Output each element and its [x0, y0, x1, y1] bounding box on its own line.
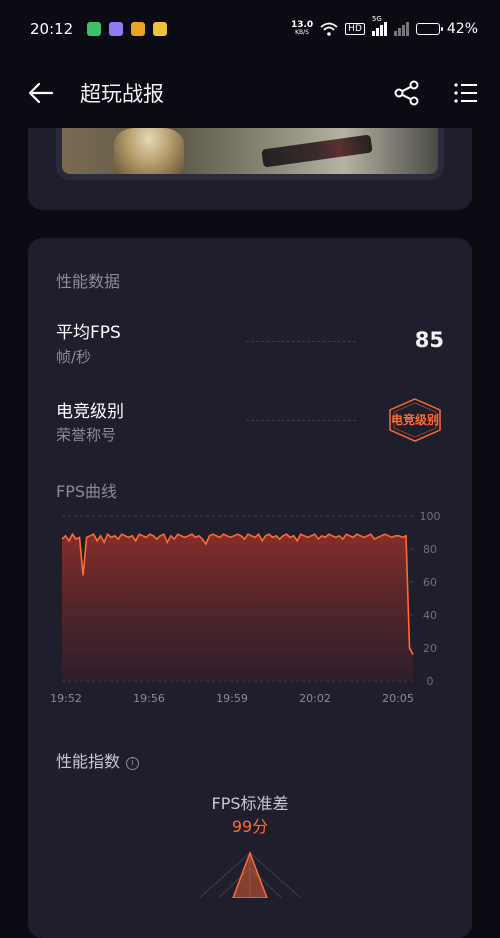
- status-time: 20:12: [30, 20, 74, 38]
- avg-fps-sub: 帧/秒: [56, 348, 92, 366]
- network-5g-label: 5G: [371, 15, 382, 23]
- rank-divider: [246, 420, 356, 421]
- net-speed-unit: KB/S: [295, 29, 309, 36]
- y-tick-label: 0: [427, 675, 434, 688]
- emoji-app-notification-icon: [153, 22, 168, 36]
- share-icon[interactable]: [394, 80, 420, 106]
- status-bar: 20:12 13.0 KB/S HD 5G 42%: [0, 0, 500, 58]
- y-tick-label: 20: [423, 642, 437, 655]
- rank-badge-text: 电竞级别: [390, 413, 439, 427]
- arrow-left-icon: [28, 82, 54, 104]
- wechat-notification-icon: [87, 22, 102, 36]
- rank-title: 电竞级别: [56, 402, 124, 422]
- signal-bars-icon: [371, 22, 387, 36]
- signal-5g: 5G: [371, 15, 387, 36]
- rank-sub: 荣誉称号: [56, 426, 117, 444]
- x-tick-label: 20:02: [299, 692, 331, 705]
- net-speed: 13.0 KB/S: [291, 21, 313, 37]
- avg-fps-title: 平均FPS: [56, 323, 121, 343]
- title-actions: [394, 80, 478, 106]
- page-title: 超玩战报: [80, 82, 164, 106]
- signal-bars-secondary-icon: [393, 22, 409, 36]
- battery-icon: [415, 23, 443, 35]
- radar-value-shape: [232, 850, 268, 898]
- fps-std-label: FPS标准差: [211, 794, 289, 813]
- y-tick-label: 60: [423, 576, 437, 589]
- x-tick-label: 20:05: [382, 692, 414, 705]
- weibo-notification-icon: [131, 22, 146, 36]
- performance-index-title: 性能指数 i: [56, 748, 140, 772]
- performance-card: 性能数据 平均FPS 帧/秒 85 电竞级别 荣誉称号 电竞级别 FPS曲线 1…: [28, 238, 472, 938]
- performance-radar-chart: [198, 850, 302, 898]
- list-menu-icon[interactable]: [454, 82, 478, 104]
- title-bar: 超玩战报: [0, 58, 500, 128]
- y-tick-label: 100: [420, 510, 441, 523]
- x-tick-label: 19:56: [133, 692, 165, 705]
- battery-percent: 42%: [446, 21, 478, 37]
- y-tick-label: 80: [423, 543, 437, 556]
- esports-rank-badge: 电竞级别: [386, 397, 444, 443]
- game-screenshot[interactable]: [56, 128, 444, 180]
- back-button[interactable]: [28, 78, 58, 108]
- x-tick-label: 19:52: [50, 692, 82, 705]
- status-left: 20:12: [30, 20, 168, 38]
- status-right: 13.0 KB/S HD 5G 42%: [291, 15, 478, 37]
- performance-index-label: 性能指数: [56, 752, 121, 771]
- screenshot-weapon: [261, 134, 373, 168]
- y-tick-label: 40: [423, 609, 437, 622]
- screenshot-character: [114, 128, 184, 174]
- fps-curve-title: FPS曲线: [56, 482, 118, 501]
- net-speed-value: 13.0: [290, 20, 314, 30]
- game-screenshot-card: [28, 128, 472, 210]
- fps-std-score: 99分: [231, 817, 269, 836]
- fps-area: [62, 534, 413, 681]
- avg-fps-value: 85: [414, 328, 444, 352]
- fps-chart: 100 80 60 40 20 0 19:52 19:56 19:59 20:02 20:05: [50, 510, 441, 705]
- hd-badge: HD: [345, 23, 365, 35]
- wifi-icon: [320, 22, 338, 36]
- performance-section-title: 性能数据: [56, 272, 121, 291]
- avg-fps-divider: [246, 341, 356, 342]
- info-circle-icon[interactable]: i: [126, 757, 140, 770]
- app-notification-icon: [109, 22, 124, 36]
- x-tick-label: 19:59: [216, 692, 248, 705]
